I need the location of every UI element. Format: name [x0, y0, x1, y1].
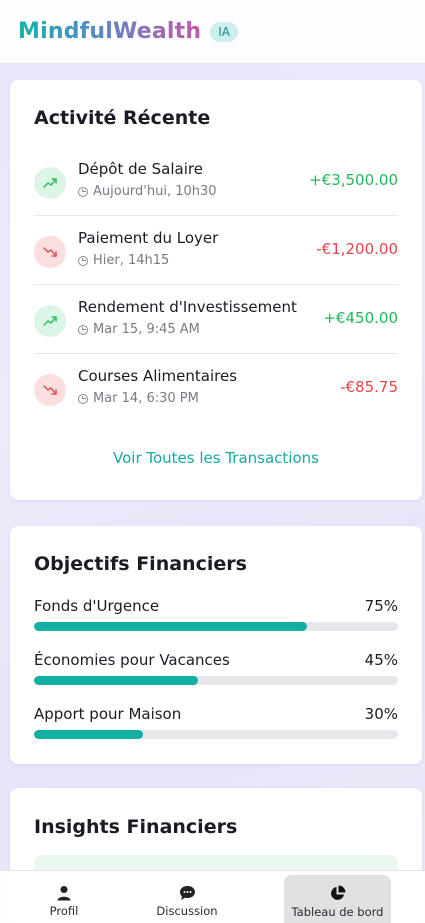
- chat-icon: [179, 886, 195, 900]
- ai-badge: IA: [210, 21, 238, 42]
- transaction-title: Rendement d'Investissement: [78, 298, 297, 316]
- goal-progress-fill: [34, 676, 198, 685]
- goal-progress-fill: [34, 730, 144, 739]
- trending-up-icon: [34, 305, 66, 337]
- recent-activity-title: Activité Récente: [34, 107, 211, 129]
- transaction-time: Hier, 14h15: [78, 253, 169, 268]
- transaction-time-text: Mar 14, 6:30 PM: [93, 391, 199, 406]
- brand-logo[interactable]: MindfulWealth: [18, 19, 201, 44]
- transaction-time-text: Hier, 14h15: [93, 253, 170, 268]
- nav-item-dashboard[interactable]: Tableau de bord: [284, 875, 391, 923]
- nav-item-profile[interactable]: Profil: [34, 875, 94, 923]
- clock-icon: [78, 186, 88, 197]
- clock-icon: [78, 393, 88, 404]
- transaction-amount: -€85.75: [340, 378, 398, 396]
- goal-percent: 75%: [364, 597, 398, 615]
- nav-label-dashboard: Tableau de bord: [291, 905, 384, 919]
- transaction-title: Paiement du Loyer: [78, 229, 219, 247]
- bottom-navigation: Profil Discussion Tableau de bord: [0, 870, 425, 923]
- goal-progress-fill: [34, 622, 307, 631]
- goal-progress-track: [34, 730, 398, 739]
- goal-percent: 45%: [364, 651, 398, 669]
- goal-label: Apport pour Maison: [34, 705, 182, 723]
- financial-goals-title: Objectifs Financiers: [34, 553, 247, 575]
- transaction-time: Mar 14, 6:30 PM: [78, 391, 199, 406]
- transaction-title: Dépôt de Salaire: [78, 160, 203, 178]
- transaction-time-text: Aujourd'hui, 10h30: [93, 184, 217, 199]
- transaction-row[interactable]: Dépôt de Salaire Aujourd'hui, 10h30 +€3,…: [34, 147, 398, 216]
- financial-insights-title: Insights Financiers: [34, 816, 238, 838]
- user-icon: [57, 886, 71, 901]
- transaction-title: Courses Alimentaires: [78, 367, 238, 385]
- trending-down-icon: [34, 374, 66, 406]
- app-header: MindfulWealth IA: [0, 0, 425, 64]
- trending-down-icon: [34, 236, 66, 268]
- nav-label-discussion: Discussion: [156, 904, 218, 918]
- see-all-transactions-link[interactable]: Voir Toutes les Transactions: [10, 449, 422, 467]
- transaction-amount: -€1,200.00: [316, 240, 398, 258]
- transaction-row[interactable]: Courses Alimentaires Mar 14, 6:30 PM -€8…: [34, 354, 398, 423]
- transaction-row[interactable]: Rendement d'Investissement Mar 15, 9:45 …: [34, 285, 398, 354]
- nav-label-profile: Profil: [49, 904, 79, 918]
- transaction-row[interactable]: Paiement du Loyer Hier, 14h15 -€1,200.00: [34, 216, 398, 285]
- goal-progress-track: [34, 676, 398, 685]
- transaction-time-text: Mar 15, 9:45 AM: [93, 322, 200, 337]
- goal-label: Économies pour Vacances: [34, 651, 230, 669]
- clock-icon: [78, 255, 88, 266]
- goal-progress-track: [34, 622, 398, 631]
- goal-label: Fonds d'Urgence: [34, 597, 160, 615]
- transaction-amount: +€450.00: [323, 309, 398, 327]
- recent-activity-card: Activité Récente Dépôt de Salaire Aujour…: [10, 80, 422, 500]
- financial-goals-card: Objectifs Financiers Fonds d'Urgence 75%…: [10, 526, 422, 764]
- clock-icon: [78, 324, 88, 335]
- pie-chart-icon: [331, 885, 346, 900]
- transaction-time: Mar 15, 9:45 AM: [78, 322, 200, 337]
- transaction-time: Aujourd'hui, 10h30: [78, 184, 217, 199]
- goal-percent: 30%: [364, 705, 398, 723]
- trending-up-icon: [34, 167, 66, 199]
- nav-item-discussion[interactable]: Discussion: [150, 875, 224, 923]
- transaction-amount: +€3,500.00: [309, 171, 398, 189]
